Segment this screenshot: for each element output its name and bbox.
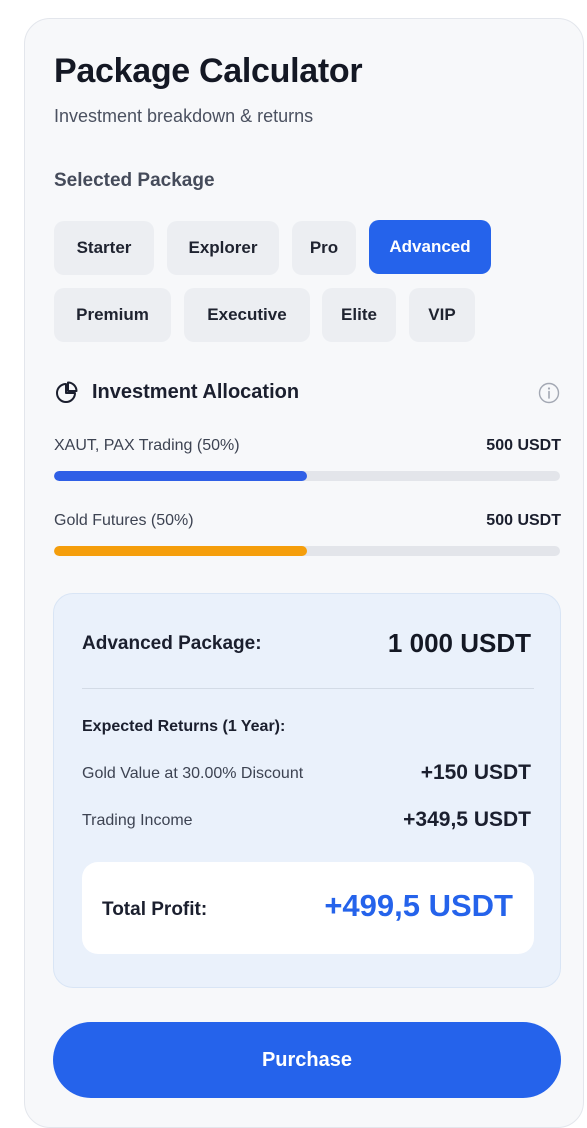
allocation-item-label: XAUT, PAX Trading (50%)	[54, 437, 240, 454]
package-option-premium[interactable]: Premium	[54, 288, 171, 342]
return-value: +150 USDT	[420, 761, 531, 784]
page-title: Package Calculator	[54, 52, 363, 90]
package-option-vip[interactable]: VIP	[409, 288, 475, 342]
package-option-elite[interactable]: Elite	[322, 288, 396, 342]
package-option-explorer[interactable]: Explorer	[167, 221, 279, 275]
allocation-progress-track	[54, 546, 560, 556]
return-value: +349,5 USDT	[403, 808, 531, 831]
selected-package-label: Selected Package	[54, 170, 215, 191]
allocation-progress-fill	[54, 546, 307, 556]
allocation-item-value: 500 USDT	[486, 437, 561, 454]
package-option-executive[interactable]: Executive	[184, 288, 310, 342]
allocation-progress-track	[54, 471, 560, 481]
package-option-pro[interactable]: Pro	[292, 221, 356, 275]
allocation-header: Investment Allocation	[54, 378, 560, 410]
allocation-item-value: 500 USDT	[486, 512, 561, 529]
expected-returns-heading: Expected Returns (1 Year):	[82, 718, 286, 735]
package-total-value: 1 000 USDT	[387, 628, 531, 658]
allocation-progress-fill	[54, 471, 307, 481]
return-label: Trading Income	[82, 812, 193, 829]
purchase-button[interactable]: Purchase	[53, 1022, 561, 1098]
return-label: Gold Value at 30.00% Discount	[82, 765, 304, 782]
total-profit-value: +499,5 USDT	[324, 888, 513, 923]
package-option-starter[interactable]: Starter	[54, 221, 154, 275]
allocation-title: Investment Allocation	[92, 381, 300, 403]
info-icon[interactable]	[538, 382, 560, 404]
package-option-advanced[interactable]: Advanced	[369, 220, 491, 274]
package-total-label: Advanced Package:	[82, 633, 262, 654]
page-subtitle: Investment breakdown & returns	[54, 106, 314, 126]
total-profit-label: Total Profit:	[102, 899, 208, 920]
summary-divider	[82, 688, 534, 689]
pie-chart-icon	[56, 381, 78, 403]
allocation-item-label: Gold Futures (50%)	[54, 512, 194, 529]
